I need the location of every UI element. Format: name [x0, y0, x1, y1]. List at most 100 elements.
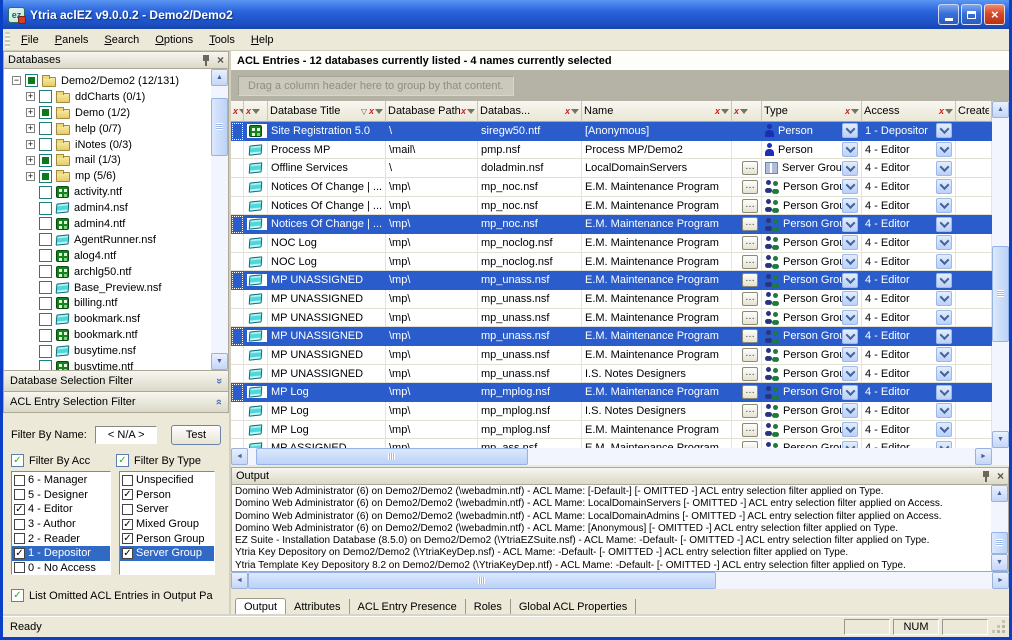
database-selection-filter-bar[interactable]: Database Selection Filter » [3, 371, 229, 392]
maximize-button[interactable] [961, 4, 982, 25]
tree-expander-icon[interactable]: + [26, 92, 35, 101]
type-dropdown-button[interactable] [842, 142, 858, 157]
column-header-create[interactable]: Create [956, 101, 992, 122]
scroll-right-icon[interactable]: ► [975, 448, 992, 465]
type-dropdown-button[interactable] [842, 198, 858, 213]
type-filter-item[interactable]: Unspecified [120, 473, 214, 488]
panel-tab[interactable]: Attributes [286, 599, 349, 616]
filter-icon[interactable]: x [369, 106, 383, 116]
type-filter-item[interactable]: Person Group [120, 531, 214, 546]
access-dropdown-button[interactable] [936, 235, 952, 250]
cell-database-path[interactable]: \mp\ [386, 346, 478, 365]
cell-create[interactable] [956, 383, 992, 402]
table-row[interactable]: MP Log \mp\ mp_mplog.nsf E.M. Maintenanc… [231, 383, 992, 402]
cell-type[interactable]: Server Group [762, 159, 862, 178]
access-dropdown-button[interactable] [936, 254, 952, 269]
title-bar[interactable]: ez Ytria aclEZ v9.0.0.2 - Demo2/Demo2 × [3, 0, 1009, 29]
cell-name[interactable]: I.S. Notes Designers [582, 402, 732, 421]
item-checkbox[interactable] [14, 475, 25, 486]
cell-database-title[interactable]: Notices Of Change | ... [268, 215, 386, 234]
cell-access[interactable]: 4 - Editor [862, 215, 956, 234]
tree-item[interactable]: + mp (5/6) [4, 168, 211, 184]
filter-by-name-value[interactable]: < N/A > [95, 426, 157, 444]
name-detail-button[interactable] [742, 199, 758, 213]
access-dropdown-button[interactable] [936, 123, 952, 138]
cell-database-path[interactable]: \mp\ [386, 234, 478, 253]
cell-name[interactable]: E.M. Maintenance Program [582, 178, 732, 197]
cell-access[interactable]: 4 - Editor [862, 327, 956, 346]
pin-icon[interactable] [201, 54, 211, 66]
cell-database-path[interactable]: \mail\ [386, 141, 478, 160]
name-detail-button[interactable] [742, 255, 758, 269]
cell-name[interactable]: E.M. Maintenance Program [582, 234, 732, 253]
cell-database-file[interactable]: mp_unass.nsf [478, 271, 582, 290]
tree-item-label[interactable]: mail (1/3) [75, 154, 121, 166]
cell-type[interactable]: Person Group [762, 421, 862, 440]
access-dropdown-button[interactable] [936, 179, 952, 194]
type-filter-item[interactable]: Mixed Group [120, 517, 214, 532]
table-row[interactable]: MP UNASSIGNED \mp\ mp_unass.nsf E.M. Mai… [231, 346, 992, 365]
scroll-down-icon[interactable]: ▼ [992, 431, 1009, 448]
cell-name[interactable]: Process MP/Demo2 [582, 141, 732, 160]
table-row[interactable]: NOC Log \mp\ mp_noclog.nsf E.M. Maintena… [231, 234, 992, 253]
cell-name[interactable]: E.M. Maintenance Program [582, 421, 732, 440]
access-dropdown-button[interactable] [936, 217, 952, 232]
scroll-up-icon[interactable]: ▲ [211, 69, 228, 86]
cell-database-title[interactable]: Notices Of Change | ... [268, 178, 386, 197]
cell-database-path[interactable]: \mp\ [386, 271, 478, 290]
access-dropdown-button[interactable] [936, 385, 952, 400]
name-detail-button[interactable] [742, 311, 758, 325]
scroll-thumb[interactable] [248, 572, 716, 589]
type-dropdown-button[interactable] [842, 273, 858, 288]
table-row[interactable]: Notices Of Change | ... \mp\ mp_noc.nsf … [231, 197, 992, 216]
cell-database-path[interactable]: \ [386, 159, 478, 178]
access-dropdown-button[interactable] [936, 403, 952, 418]
access-dropdown-button[interactable] [936, 161, 952, 176]
tree-item-label[interactable]: activity.ntf [74, 186, 122, 198]
grid-horizontal-scrollbar[interactable]: ◄ ► [231, 448, 992, 465]
cell-name[interactable]: LocalDomainServers [582, 159, 732, 178]
item-checkbox[interactable] [122, 519, 133, 530]
group-by-band[interactable]: Drag a column header here to group by th… [231, 71, 1009, 101]
table-row[interactable]: MP ASSIGNED \mp\ mp_ass.nsf E.M. Mainten… [231, 439, 992, 448]
table-row[interactable]: MP Log \mp\ mp_mplog.nsf E.M. Maintenanc… [231, 421, 992, 440]
name-detail-button[interactable] [742, 217, 758, 231]
tree-item[interactable]: billing.ntf [4, 295, 211, 311]
cell-type[interactable]: Person Group [762, 271, 862, 290]
cell-database-file[interactable]: mp_mplog.nsf [478, 383, 582, 402]
acl-entry-selection-filter-bar[interactable]: ACL Entry Selection Filter » [3, 392, 229, 413]
tree-item-label[interactable]: alog4.ntf [74, 250, 116, 262]
cell-database-path[interactable]: \mp\ [386, 402, 478, 421]
cell-database-path[interactable]: \mp\ [386, 327, 478, 346]
cell-type[interactable]: Person Group [762, 178, 862, 197]
cell-name[interactable]: I.S. Notes Designers [582, 365, 732, 384]
tree-expander-icon[interactable]: + [26, 140, 35, 149]
cell-database-title[interactable]: MP ASSIGNED [268, 439, 386, 448]
filter-icon[interactable]: x [233, 106, 244, 116]
cell-name[interactable]: E.M. Maintenance Program [582, 271, 732, 290]
cell-database-file[interactable]: mp_unass.nsf [478, 309, 582, 328]
column-header-database-title[interactable]: Database Title▽x [268, 101, 386, 122]
name-detail-button[interactable] [742, 180, 758, 194]
column-header-database-file[interactable]: Databas...x [478, 101, 582, 122]
menu-item[interactable]: Search [96, 31, 147, 49]
close-panel-icon[interactable]: × [997, 471, 1004, 481]
cell-type[interactable]: Person Group [762, 346, 862, 365]
type-filter-item[interactable]: Server Group [120, 546, 214, 561]
row-selector-cell[interactable] [231, 365, 244, 384]
access-dropdown-button[interactable] [936, 422, 952, 437]
menu-item[interactable]: File [13, 31, 47, 49]
cell-name[interactable]: E.M. Maintenance Program [582, 346, 732, 365]
scroll-up-icon[interactable]: ▲ [992, 101, 1009, 118]
cell-database-path[interactable]: \mp\ [386, 383, 478, 402]
scroll-down-icon[interactable]: ▼ [211, 353, 228, 370]
tree-checkbox[interactable] [39, 138, 52, 151]
tree-item[interactable]: + mail (1/3) [4, 152, 211, 168]
type-dropdown-button[interactable] [842, 179, 858, 194]
menu-item[interactable]: Panels [47, 31, 97, 49]
column-header-detail[interactable]: x [732, 101, 762, 122]
filter-icon[interactable]: x [565, 106, 579, 116]
tree-expander-icon[interactable]: + [26, 156, 35, 165]
type-dropdown-button[interactable] [842, 385, 858, 400]
cell-type[interactable]: Person Group [762, 309, 862, 328]
